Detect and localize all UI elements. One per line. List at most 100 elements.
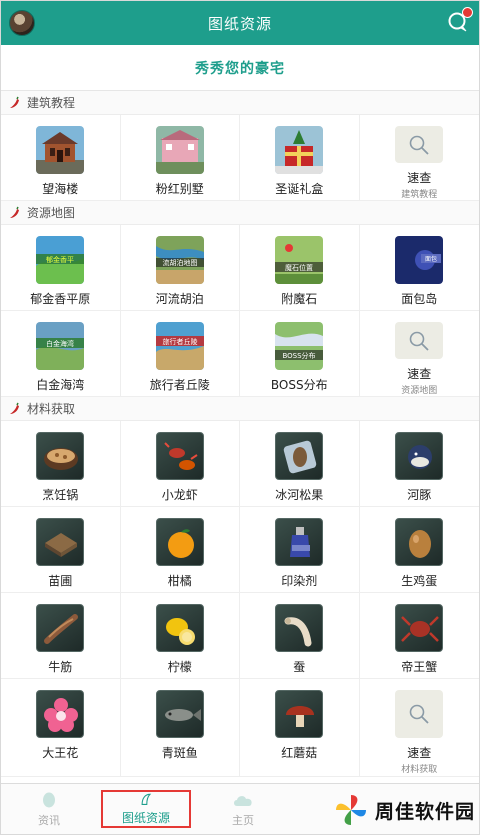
pinwheel-logo-icon bbox=[335, 795, 366, 825]
grid-item-tendon[interactable]: 牛筋 bbox=[1, 593, 121, 679]
map-overlay-text: 旅行者丘陵 bbox=[162, 337, 197, 346]
tab-news[interactable]: 资讯 bbox=[1, 784, 97, 834]
item-name: 生鸡蛋 bbox=[401, 574, 438, 588]
item-name: 印染剂 bbox=[281, 574, 318, 588]
blueprint-icon bbox=[141, 793, 152, 805]
item-name: 附魔石 bbox=[281, 292, 318, 306]
silkworm-icon bbox=[275, 604, 324, 652]
item-name: 柑橘 bbox=[167, 574, 192, 588]
tab-label: 资讯 bbox=[38, 813, 60, 827]
pinecone-icon bbox=[275, 432, 324, 480]
news-icon bbox=[43, 792, 55, 807]
building-grid: 望海楼 粉红别墅 圣诞礼盒 速查 建筑教程 bbox=[1, 115, 479, 201]
item-name: 烹饪锅 bbox=[42, 488, 79, 502]
map-overlay-text: 面包 bbox=[425, 255, 437, 263]
grid-item-boss-distribution[interactable]: BOSS分布 BOSS分布 bbox=[240, 311, 360, 397]
banner-text: 秀秀您的豪宅 bbox=[195, 60, 285, 77]
dye-bottle-icon bbox=[275, 518, 324, 566]
item-name: 河豚 bbox=[407, 488, 432, 502]
item-sub: 建筑教程 bbox=[401, 190, 438, 200]
grouper-icon bbox=[155, 690, 204, 738]
item-name: BOSS分布 bbox=[270, 378, 328, 392]
nursery-icon bbox=[36, 518, 85, 566]
item-name: 小龙虾 bbox=[161, 488, 198, 502]
chili-pepper-icon bbox=[10, 96, 19, 108]
grid-item-enchant-stone[interactable]: 魔石位置 附魔石 bbox=[240, 225, 360, 311]
grid-item-traveler-hills[interactable]: 旅行者丘陵 旅行者丘陵 bbox=[120, 311, 240, 397]
item-name: 白金海湾 bbox=[36, 378, 85, 392]
christmas-box-thumbnail bbox=[275, 126, 324, 174]
grid-item-silkworm[interactable]: 蚕 bbox=[240, 593, 360, 679]
section-label: 资源地图 bbox=[27, 206, 76, 220]
chili-pepper-icon bbox=[10, 402, 19, 414]
section-header-maps: 资源地图 bbox=[1, 201, 479, 225]
search-icon bbox=[395, 690, 444, 738]
map-overlay-text: 魔石位置 bbox=[285, 263, 313, 272]
grid-item-platinum-bay[interactable]: 白金海湾 白金海湾 bbox=[1, 311, 121, 397]
map-thumbnail: 魔石位置 bbox=[275, 236, 324, 284]
pufferfish-icon bbox=[395, 432, 444, 480]
item-name: 速查 bbox=[407, 171, 432, 185]
lemon-icon bbox=[155, 604, 204, 652]
map-thumbnail: 面包 bbox=[395, 236, 444, 284]
grid-item-grouper[interactable]: 青斑鱼 bbox=[120, 679, 240, 777]
item-name: 面包岛 bbox=[401, 292, 438, 306]
message-icon[interactable] bbox=[447, 7, 473, 33]
map-thumbnail: 郁金香平 bbox=[36, 236, 85, 284]
map-overlay-text: 流胡泊地图 bbox=[162, 258, 197, 267]
materials-grid-last-row: 大王花 青斑鱼 红蘑菇 速查 材料获取 bbox=[1, 679, 479, 777]
tendon-icon bbox=[36, 604, 85, 652]
top-bar: 图纸资源 bbox=[1, 1, 479, 45]
item-name: 旅行者丘陵 bbox=[149, 378, 210, 392]
grid-item-quick-search-maps[interactable]: 速查 资源地图 bbox=[359, 311, 479, 397]
map-thumbnail: BOSS分布 bbox=[275, 322, 324, 370]
map-thumbnail: 白金海湾 bbox=[36, 322, 85, 370]
item-name: 大王花 bbox=[42, 746, 79, 760]
item-name: 牛筋 bbox=[48, 660, 73, 674]
grid-item-raw-egg[interactable]: 生鸡蛋 bbox=[359, 507, 479, 593]
tab-blueprint-resources[interactable]: 图纸资源 bbox=[101, 790, 191, 828]
grid-item-pink-villa[interactable]: 粉红别墅 bbox=[120, 115, 240, 201]
item-name: 速查 bbox=[407, 367, 432, 381]
grid-item-christmas-box[interactable]: 圣诞礼盒 bbox=[240, 115, 360, 201]
tab-label: 图纸资源 bbox=[121, 811, 170, 825]
grid-item-quick-search-building[interactable]: 速查 建筑教程 bbox=[359, 115, 479, 201]
avatar[interactable] bbox=[9, 10, 35, 36]
grid-item-red-mushroom[interactable]: 红蘑菇 bbox=[240, 679, 360, 777]
map-overlay-text: 郁金香平 bbox=[46, 255, 74, 264]
red-mushroom-icon bbox=[275, 690, 324, 738]
grid-item-tulip-plain[interactable]: 郁金香平 郁金香平原 bbox=[1, 225, 121, 311]
orange-icon bbox=[155, 518, 204, 566]
grid-item-dye[interactable]: 印染剂 bbox=[240, 507, 360, 593]
banner[interactable]: 秀秀您的豪宅 bbox=[1, 45, 479, 91]
section-header-materials: 材料获取 bbox=[1, 397, 479, 421]
grid-item-river-lake[interactable]: 流胡泊地图 河流胡泊 bbox=[120, 225, 240, 311]
item-name: 柠檬 bbox=[167, 660, 192, 674]
grid-item-wanghailou[interactable]: 望海楼 bbox=[1, 115, 121, 201]
grid-item-crayfish[interactable]: 小龙虾 bbox=[120, 421, 240, 507]
grid-item-lemon[interactable]: 柠檬 bbox=[120, 593, 240, 679]
grid-item-orange[interactable]: 柑橘 bbox=[120, 507, 240, 593]
item-name: 蚕 bbox=[293, 660, 306, 674]
grid-item-glacier-pinecone[interactable]: 冰河松果 bbox=[240, 421, 360, 507]
map-overlay-text: BOSS分布 bbox=[283, 351, 316, 360]
cloud-icon bbox=[234, 795, 252, 806]
tab-home[interactable]: 主页 bbox=[195, 784, 291, 834]
item-name: 青斑鱼 bbox=[161, 746, 198, 760]
egg-icon bbox=[395, 518, 444, 566]
grid-item-cooking-pot[interactable]: 烹饪锅 bbox=[1, 421, 121, 507]
grid-item-king-crab[interactable]: 帝王蟹 bbox=[359, 593, 479, 679]
grid-item-pufferfish[interactable]: 河豚 bbox=[359, 421, 479, 507]
grid-item-quick-search-materials[interactable]: 速查 材料获取 bbox=[359, 679, 479, 777]
watermark-logo: 周佳软件园 bbox=[333, 792, 475, 828]
map-overlay-text: 白金海湾 bbox=[46, 339, 74, 348]
item-sub: 材料获取 bbox=[401, 765, 438, 775]
section-label: 建筑教程 bbox=[27, 96, 76, 110]
notification-badge bbox=[462, 7, 473, 18]
grid-item-bread-island[interactable]: 面包 面包岛 bbox=[359, 225, 479, 311]
item-name: 速查 bbox=[407, 746, 432, 760]
bottom-tab-bar: 资讯 图纸资源 主页 周佳软件园 bbox=[1, 783, 479, 834]
section-header-building: 建筑教程 bbox=[1, 91, 479, 115]
grid-item-rafflesia[interactable]: 大王花 bbox=[1, 679, 121, 777]
grid-item-nursery[interactable]: 苗圃 bbox=[1, 507, 121, 593]
